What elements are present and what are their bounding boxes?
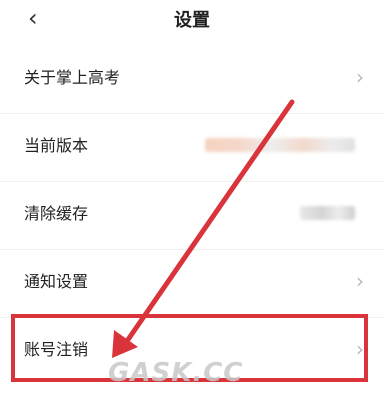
watermark: GASK.CC: [108, 358, 244, 388]
annotation-arrow: [112, 99, 295, 358]
